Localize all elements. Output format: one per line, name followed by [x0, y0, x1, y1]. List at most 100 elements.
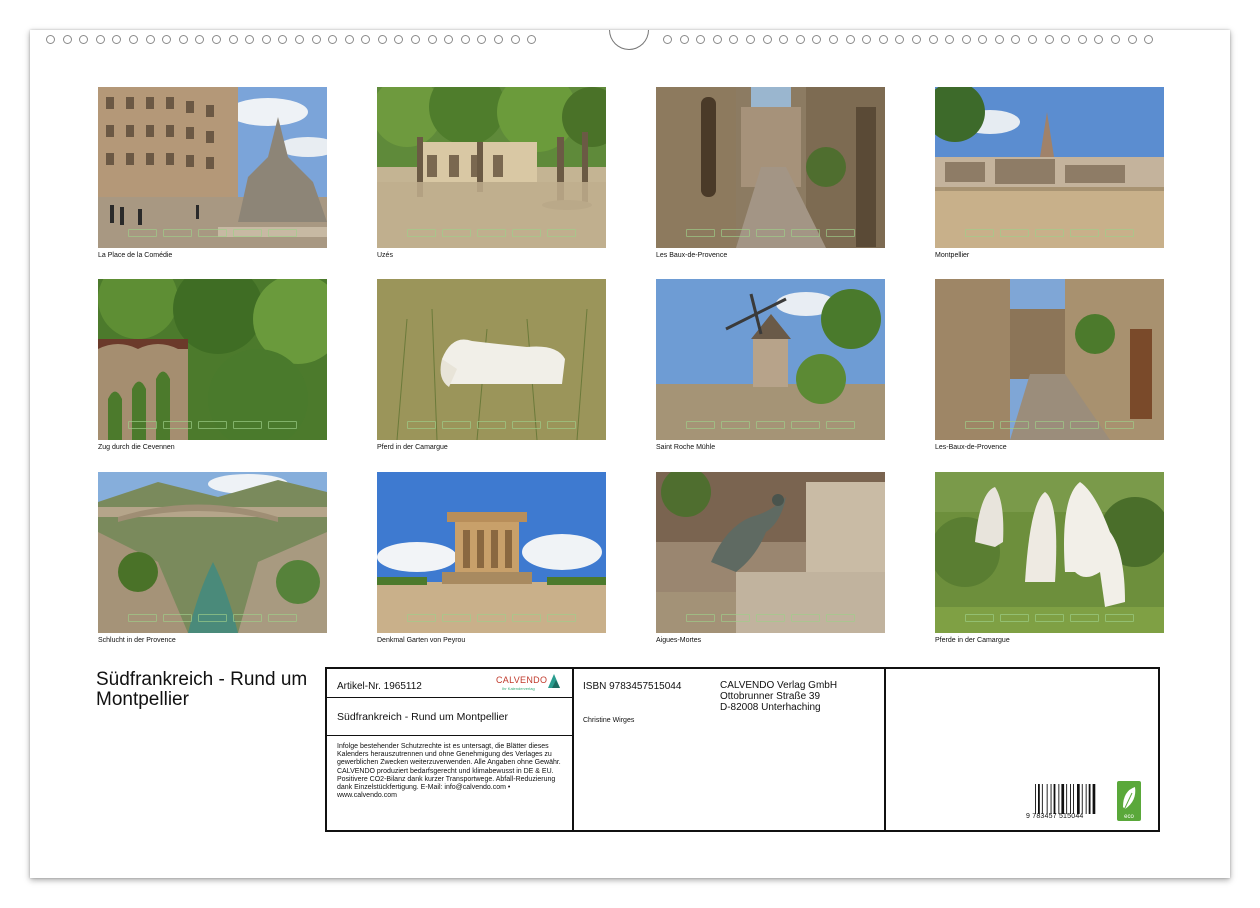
- barcode-bar: [1088, 784, 1091, 814]
- binding-ring: [745, 35, 755, 44]
- photo-tile[interactable]: Aigues-Mortes: [656, 472, 885, 647]
- photo-tile[interactable]: Saint Roche Mühle: [656, 279, 885, 454]
- calendar-subtitle: Südfrankreich - Rund um Montpellier: [337, 711, 508, 723]
- barcode-bar: [1085, 784, 1087, 814]
- publisher-name: CALVENDO Verlag GmbH: [720, 680, 838, 691]
- calvendo-logo: CALVENDO Ihr Kalenderverlag: [496, 674, 560, 694]
- photo-image: [377, 87, 606, 248]
- binding-ring: [978, 35, 988, 44]
- binding-ring: [845, 35, 855, 44]
- photo-tile[interactable]: Montpellier: [935, 87, 1164, 262]
- photo-tile[interactable]: Schlucht in der Provence: [98, 472, 327, 647]
- binding-ring: [328, 35, 338, 44]
- eco-label: eco: [1124, 814, 1134, 820]
- binding-ring: [795, 35, 805, 44]
- binding-ring: [779, 35, 789, 44]
- photo-caption: Montpellier: [935, 252, 970, 259]
- watermark-strip: [128, 421, 297, 429]
- barcode-bar: [1077, 784, 1080, 814]
- eco-leaf-icon: eco: [1117, 781, 1141, 821]
- watermark-strip: [128, 229, 297, 237]
- binding-ring: [928, 35, 938, 44]
- calvendo-mark-icon: [548, 674, 560, 688]
- binding-ring: [1094, 35, 1104, 44]
- binding-ring: [95, 35, 105, 44]
- binding-ring: [211, 35, 221, 44]
- barcode-bar: [1046, 784, 1048, 814]
- barcode-bar: [1050, 784, 1052, 814]
- binding-ring: [527, 35, 537, 44]
- binding-ring: [245, 35, 255, 44]
- photo-image: [656, 472, 885, 633]
- binding-ring: [377, 35, 387, 44]
- binding-ring: [178, 35, 188, 44]
- binding-ring: [162, 35, 172, 44]
- binding-ring: [1144, 35, 1154, 44]
- watermark-strip: [128, 614, 297, 622]
- photo-tile[interactable]: Uzés: [377, 87, 606, 262]
- photo-caption: Saint Roche Mühle: [656, 444, 716, 451]
- binding-ring: [79, 35, 89, 44]
- binding-ring: [961, 35, 971, 44]
- binding-ring: [46, 35, 55, 44]
- binding-ring: [411, 35, 421, 44]
- binding-ring: [460, 35, 470, 44]
- binding-ring: [1011, 35, 1021, 44]
- info-column-barcode: 9 783457 515044 eco: [886, 669, 1158, 830]
- binding-ring: [128, 35, 138, 44]
- photo-image: [935, 279, 1164, 440]
- photo-tile[interactable]: Zug durch die Cevennen: [98, 279, 327, 454]
- photo-caption: Pferd in der Camargue: [377, 444, 448, 451]
- photo-image: [98, 87, 327, 248]
- binding-ring: [195, 35, 205, 44]
- watermark-strip: [407, 229, 576, 237]
- photo-tile[interactable]: Les Baux-de-Provence: [656, 87, 885, 262]
- binding-ring: [62, 35, 72, 44]
- photo-tile[interactable]: La Place de la Comédie: [98, 87, 327, 262]
- binding-ring: [261, 35, 271, 44]
- binding-ring: [494, 35, 504, 44]
- photo-caption: Zug durch die Cevennen: [98, 444, 175, 451]
- photo-image: [377, 472, 606, 633]
- legal-text: Infolge bestehender Schutzrechte ist es …: [337, 743, 561, 800]
- barcode-bar: [1092, 784, 1096, 814]
- binding-ring: [344, 35, 354, 44]
- binding-ring: [1028, 35, 1038, 44]
- isbn: ISBN 9783457515044: [583, 681, 682, 692]
- watermark-strip: [965, 229, 1134, 237]
- barcode-bar: [1058, 784, 1060, 814]
- photo-tile[interactable]: Denkmal Garten von Peyrou: [377, 472, 606, 647]
- info-box: Artikel-Nr. 1965112 CALVENDO Ihr Kalende…: [325, 667, 1160, 832]
- binding-ring: [510, 35, 520, 44]
- binding-ring: [311, 35, 321, 44]
- photo-image: [935, 87, 1164, 248]
- calendar-title: Südfrankreich - Rund um Montpellier: [96, 669, 308, 710]
- watermark-strip: [686, 614, 855, 622]
- photo-tile[interactable]: Les-Baux-de-Provence: [935, 279, 1164, 454]
- info-column-publisher: ISBN 9783457515044 Christine Wirges CALV…: [574, 669, 886, 830]
- binding-ring: [712, 35, 722, 44]
- publisher-street: Ottobrunner Straße 39: [720, 691, 821, 702]
- binding-ring: [294, 35, 304, 44]
- binding-ring: [696, 35, 706, 44]
- watermark-strip: [407, 421, 576, 429]
- watermark-strip: [407, 614, 576, 622]
- photo-image: [656, 279, 885, 440]
- barcode-bar: [1073, 784, 1074, 814]
- publisher-address: CALVENDO Verlag GmbH Ottobrunner Straße …: [720, 680, 837, 713]
- barcode-bar: [1041, 784, 1043, 814]
- watermark-strip: [965, 421, 1134, 429]
- photo-caption: Pferde in der Camargue: [935, 637, 1010, 644]
- barcode-number: 9 783457 515044: [1026, 813, 1084, 820]
- photo-image: [98, 279, 327, 440]
- photo-tile[interactable]: Pferd in der Camargue: [377, 279, 606, 454]
- binding-ring: [1077, 35, 1087, 44]
- logo-subtext: Ihr Kalenderverlag: [502, 686, 535, 691]
- photo-tile[interactable]: Pferde in der Camargue: [935, 472, 1164, 647]
- barcode-bar: [1061, 784, 1065, 814]
- binding-ring: [394, 35, 404, 44]
- author: Christine Wirges: [583, 717, 635, 724]
- photo-caption: Schlucht in der Provence: [98, 637, 176, 644]
- photo-caption: Aigues-Mortes: [656, 637, 702, 644]
- binding-rings-right: [663, 35, 1154, 47]
